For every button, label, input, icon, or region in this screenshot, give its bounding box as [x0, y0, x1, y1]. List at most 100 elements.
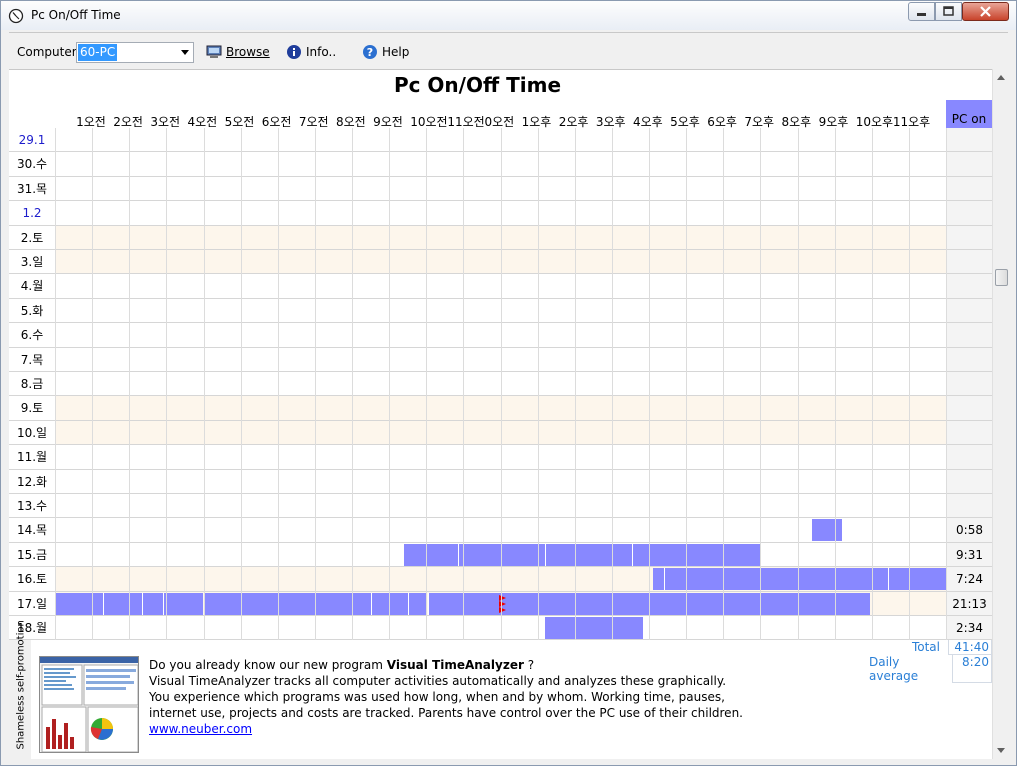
total-value: 41:40: [948, 640, 992, 655]
window-title: Pc On/Off Time: [31, 8, 121, 22]
pc-on-duration: [946, 176, 992, 201]
grid-line: [723, 128, 725, 640]
browse-label: Browse: [226, 45, 270, 59]
grid-line: [537, 128, 539, 640]
promo-side-text: Shameless self-promotion: [15, 620, 27, 750]
pc-on-duration: [946, 445, 992, 469]
grid-line: [871, 128, 873, 640]
date-label: 16.토: [16, 572, 48, 587]
info-button[interactable]: Info..: [286, 42, 336, 62]
pc-on-duration: [946, 225, 992, 249]
close-icon: [980, 6, 991, 17]
promo-text: Do you already know our new program Visu…: [149, 657, 769, 737]
date-label: 31.목: [16, 181, 48, 196]
help-button[interactable]: ? Help: [362, 42, 409, 62]
grid-line: [352, 128, 353, 640]
grid-line: [500, 128, 502, 640]
pc-on-duration: [946, 152, 992, 176]
on-time-bar[interactable]: [652, 568, 664, 591]
hour-header: 1오전 2오전 3오전 4오전 5오전 6오전 7오전 8오전 9오전 10오전 11오전 0오전 1오…: [9, 101, 992, 129]
minimize-button[interactable]: [908, 2, 935, 21]
pc-on-duration: [946, 323, 992, 347]
grid-line: [55, 128, 56, 640]
info-icon: [287, 45, 301, 59]
grid-line: [426, 128, 428, 640]
chevron-down-icon: [181, 50, 189, 55]
scroll-down-icon[interactable]: [997, 748, 1005, 753]
date-label: 30.수: [16, 157, 48, 172]
on-time-bar[interactable]: [370, 592, 390, 615]
on-time-bar[interactable]: [632, 543, 761, 566]
date-label: 2.토: [20, 230, 44, 245]
on-time-bar[interactable]: [352, 592, 371, 615]
pc-on-duration: 21:13: [946, 591, 992, 615]
date-label: 7.목: [20, 352, 44, 367]
computer-icon: [206, 45, 222, 58]
daily-average-value: 8:20: [952, 655, 992, 683]
pc-on-duration: 0:58: [946, 518, 992, 542]
page-title: Pc On/Off Time: [393, 73, 562, 97]
grid-line: [92, 128, 94, 640]
promo-line-3: You experience which programs was used h…: [149, 690, 725, 704]
grid-line: [834, 128, 836, 640]
promo-side-label: Shameless self-promotion: [9, 620, 31, 759]
footer: Shameless self-promotion Do you already …: [9, 620, 992, 759]
date-label: 3.일: [20, 255, 44, 269]
maximize-icon: [943, 6, 954, 16]
browse-button[interactable]: Browse: [206, 42, 270, 62]
on-time-bar[interactable]: [389, 592, 408, 615]
promo-link[interactable]: www.neuber.com: [149, 722, 252, 736]
pc-on-duration: [946, 274, 992, 298]
date-label: 11.월: [16, 450, 48, 465]
on-time-bar[interactable]: [403, 543, 458, 566]
computer-select-value: 60-PC: [78, 44, 118, 61]
promo-line-2: Visual TimeAnalyzer tracks all computer …: [149, 674, 727, 688]
pc-on-duration: [946, 128, 992, 152]
screenshot-thumbnail-icon: [40, 657, 138, 752]
product-screenshot-image[interactable]: [39, 656, 139, 753]
pc-on-duration: 7:24: [946, 567, 992, 591]
pc-on-duration: [946, 494, 992, 518]
grid-line: [129, 128, 131, 640]
info-label: Info..: [306, 45, 337, 59]
grid-line: [797, 128, 799, 640]
on-time-bar[interactable]: [142, 592, 163, 615]
help-label: Help: [382, 45, 410, 59]
grid-line: [463, 128, 465, 640]
pc-on-duration: [946, 250, 992, 274]
computer-label: Computer: [17, 45, 77, 59]
on-time-bar[interactable]: [162, 592, 204, 615]
close-button[interactable]: [962, 2, 1009, 21]
on-time-bar[interactable]: [888, 568, 946, 591]
scroll-up-icon[interactable]: [997, 75, 1005, 80]
scroll-thumb[interactable]: [995, 269, 1008, 286]
daily-average-label: Daily average: [869, 655, 919, 683]
date-label: 5.화: [20, 303, 44, 318]
date-label: 29.1: [18, 133, 46, 147]
on-time-bar[interactable]: [545, 617, 644, 639]
grid-line: [203, 128, 205, 640]
clock-icon: [8, 8, 24, 24]
help-icon: ?: [363, 45, 377, 59]
on-time-bar[interactable]: [55, 592, 104, 615]
grid-line: [649, 128, 650, 640]
computer-select[interactable]: 60-PC: [76, 42, 194, 63]
on-time-bar[interactable]: [407, 592, 427, 615]
pc-on-duration: [946, 469, 992, 493]
minimize-icon: [917, 13, 926, 16]
grid-line: [946, 128, 947, 640]
date-label: 10.일: [16, 425, 48, 440]
date-label: 1.2: [22, 206, 42, 221]
on-time-bar[interactable]: [812, 519, 843, 542]
date-label: 15.금: [16, 547, 48, 562]
on-time-bar[interactable]: [663, 568, 889, 591]
on-time-bar[interactable]: [545, 543, 633, 566]
grid-line: [908, 128, 910, 640]
maximize-button[interactable]: [935, 2, 962, 21]
date-label: 17.일: [16, 596, 48, 611]
on-time-bar[interactable]: [103, 592, 143, 615]
promo-headline-suffix: ?: [523, 658, 535, 672]
date-label: 12.화: [16, 474, 48, 489]
vertical-scrollbar[interactable]: [992, 69, 1009, 759]
grid-line: [389, 128, 391, 640]
